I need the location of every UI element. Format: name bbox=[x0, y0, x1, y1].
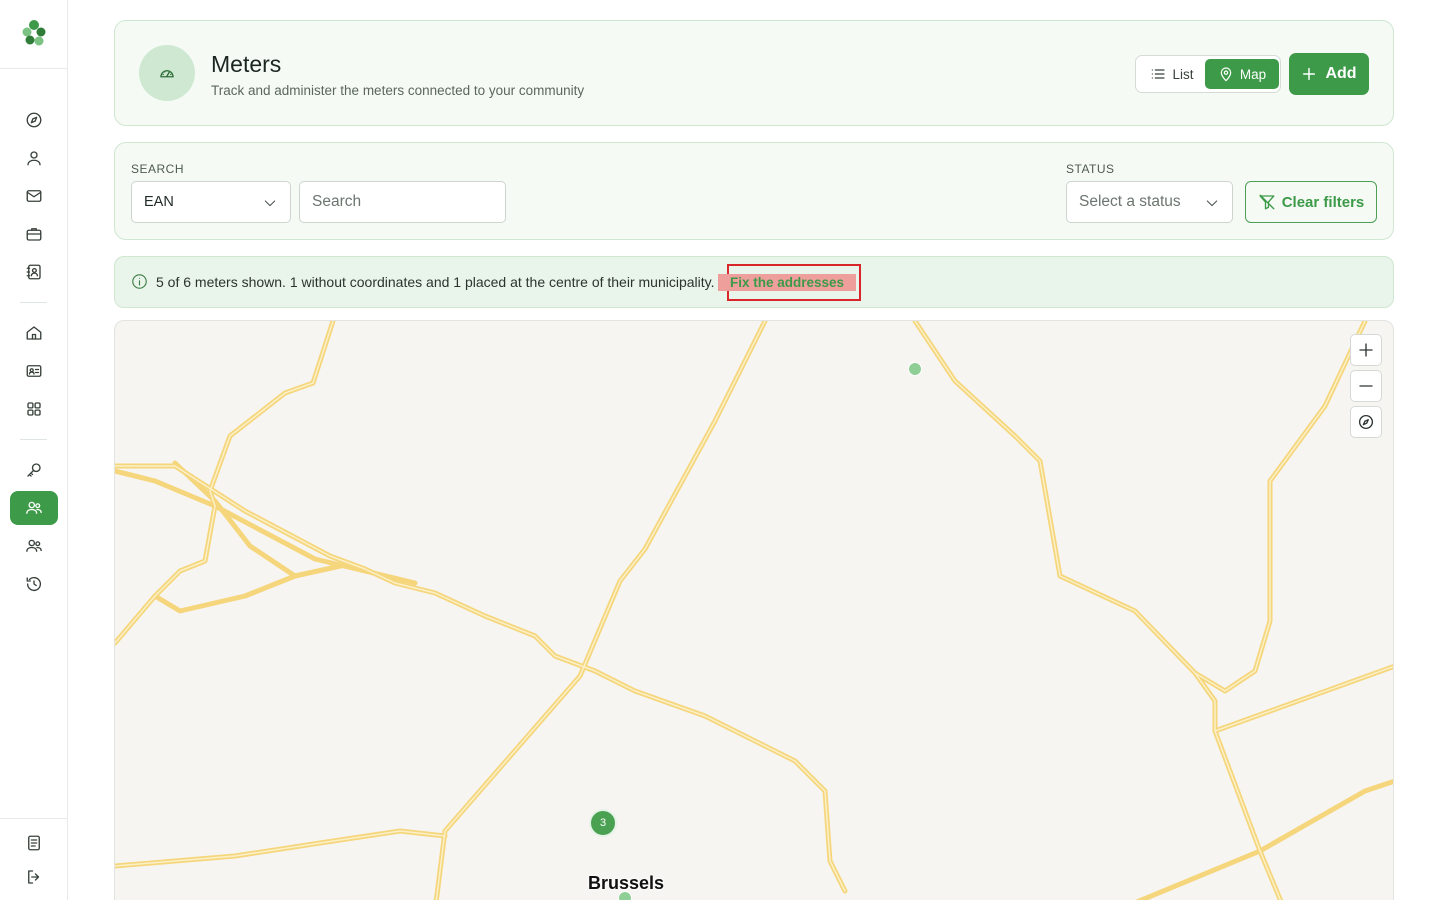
fix-addresses-label: Fix the addresses bbox=[717, 274, 857, 291]
meter-marker[interactable] bbox=[908, 362, 922, 376]
search-input[interactable] bbox=[299, 181, 506, 223]
sidebar-item-meters[interactable] bbox=[10, 491, 58, 525]
document-icon bbox=[28, 835, 40, 851]
sidebar-item-contacts[interactable] bbox=[10, 255, 58, 289]
sidebar-item-members[interactable] bbox=[10, 141, 58, 175]
status-select-value: Select a status bbox=[1079, 193, 1181, 210]
users-icon bbox=[26, 539, 42, 552]
sidebar-item-documents[interactable] bbox=[10, 826, 58, 860]
plus-icon bbox=[1303, 67, 1316, 81]
map-pin-icon bbox=[1220, 67, 1232, 82]
meter-gauge-icon bbox=[139, 45, 195, 101]
sidebar-item-dashboard[interactable] bbox=[10, 392, 58, 426]
info-icon bbox=[131, 273, 148, 290]
reset-bearing-button[interactable] bbox=[1350, 406, 1382, 438]
sidebar-divider bbox=[20, 439, 47, 440]
map-view-button[interactable]: Map bbox=[1205, 59, 1279, 89]
sidebar bbox=[0, 0, 68, 900]
zoom-out-button[interactable] bbox=[1350, 370, 1382, 402]
user-icon bbox=[27, 151, 41, 166]
plus-icon bbox=[1359, 343, 1373, 357]
minus-icon bbox=[1359, 385, 1373, 387]
sidebar-item-logout[interactable] bbox=[10, 860, 58, 894]
sidebar-item-home[interactable] bbox=[10, 316, 58, 350]
chevron-down-icon bbox=[1206, 200, 1218, 207]
filter-off-icon bbox=[1259, 194, 1275, 210]
app-logo[interactable] bbox=[19, 18, 49, 48]
sidebar-divider bbox=[0, 818, 68, 819]
users-icon bbox=[26, 501, 42, 514]
sidebar-divider bbox=[20, 302, 47, 303]
sidebar-item-groups[interactable] bbox=[10, 529, 58, 563]
map-view-label: Map bbox=[1239, 66, 1267, 82]
search-field-select[interactable]: EAN bbox=[131, 181, 291, 223]
history-icon bbox=[26, 577, 42, 592]
compass-icon bbox=[1358, 414, 1374, 430]
status-label: STATUS bbox=[1066, 162, 1115, 176]
clear-filters-button[interactable]: Clear filters bbox=[1245, 181, 1377, 223]
sidebar-item-id-cards[interactable] bbox=[10, 354, 58, 388]
sidebar-item-explore[interactable] bbox=[10, 103, 58, 137]
map-roads bbox=[115, 321, 1393, 900]
filter-panel: SEARCH EAN STATUS Select a status Clear … bbox=[114, 142, 1394, 240]
city-label: Brussels bbox=[588, 873, 665, 893]
add-meter-button[interactable]: Add bbox=[1289, 53, 1369, 95]
view-toggle: List Map bbox=[1135, 55, 1281, 93]
meter-cluster[interactable]: 3 bbox=[589, 809, 617, 837]
page-subtitle: Track and administer the meters connecte… bbox=[211, 83, 585, 98]
meters-map[interactable]: 3 Brussels bbox=[114, 320, 1394, 900]
grid-icon bbox=[27, 402, 41, 416]
search-label: SEARCH bbox=[131, 162, 185, 176]
compass-icon bbox=[26, 112, 42, 128]
chevron-down-icon bbox=[264, 200, 276, 207]
sidebar-item-projects[interactable] bbox=[10, 217, 58, 251]
status-select[interactable]: Select a status bbox=[1066, 181, 1233, 223]
clear-filters-label: Clear filters bbox=[1281, 193, 1365, 211]
info-banner: 5 of 6 meters shown. 1 without coordinat… bbox=[114, 256, 1394, 308]
page-header: Meters Track and administer the meters c… bbox=[114, 20, 1394, 126]
list-icon bbox=[1152, 69, 1166, 79]
sidebar-item-history[interactable] bbox=[10, 567, 58, 601]
fix-addresses-link[interactable]: Fix the addresses bbox=[717, 264, 861, 301]
zoom-in-button[interactable] bbox=[1350, 334, 1382, 366]
sidebar-item-messages[interactable] bbox=[10, 179, 58, 213]
add-button-label: Add bbox=[1325, 65, 1357, 82]
mail-icon bbox=[26, 190, 42, 202]
sidebar-item-keys[interactable] bbox=[10, 453, 58, 487]
home-icon bbox=[26, 326, 42, 340]
contact-book-icon bbox=[26, 264, 41, 280]
logout-icon bbox=[28, 870, 40, 884]
list-view-label: List bbox=[1172, 66, 1194, 82]
search-field-value: EAN bbox=[144, 194, 174, 210]
key-icon bbox=[27, 463, 41, 477]
page-title: Meters bbox=[211, 51, 282, 77]
info-message: 5 of 6 meters shown. 1 without coordinat… bbox=[156, 274, 715, 290]
list-view-button[interactable]: List bbox=[1139, 59, 1205, 89]
briefcase-icon bbox=[26, 228, 42, 241]
sidebar-divider bbox=[0, 68, 68, 69]
id-card-icon bbox=[26, 365, 42, 377]
